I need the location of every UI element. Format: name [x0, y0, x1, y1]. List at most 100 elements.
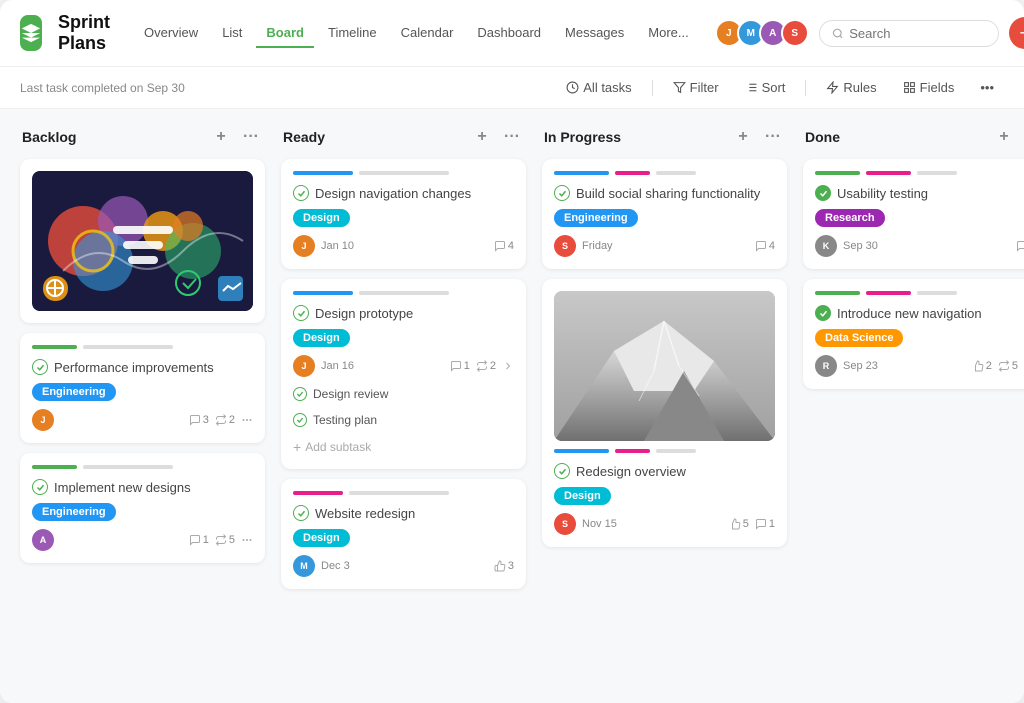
color-bar-pink: [293, 491, 343, 495]
card-design-nav[interactable]: Design navigation changes Design J Jan 1…: [281, 159, 526, 269]
card-tag: Engineering: [32, 383, 253, 401]
likes-count: 3: [494, 560, 514, 572]
column-actions: + ···: [992, 125, 1024, 149]
column-header-done: Done + ···: [803, 125, 1024, 149]
color-bar-blue: [293, 291, 353, 295]
card-tag: Design: [554, 487, 775, 505]
more-icon: [241, 534, 253, 546]
card-backlog-image[interactable]: [20, 159, 265, 323]
search-box[interactable]: [819, 20, 999, 47]
search-input[interactable]: [849, 26, 985, 41]
color-bar-green: [32, 465, 77, 469]
color-bar-gray: [917, 291, 957, 295]
add-card-button[interactable]: +: [470, 125, 494, 149]
card-meta: 1 2: [450, 360, 514, 372]
more-icon: [502, 360, 514, 372]
add-subtask-button[interactable]: + Add subtask: [293, 437, 514, 457]
tag-research[interactable]: Research: [815, 209, 885, 227]
color-bar-row: [554, 449, 775, 453]
column-menu-button[interactable]: ···: [239, 125, 263, 149]
nav-more[interactable]: More...: [638, 19, 698, 48]
card-tag: Design: [293, 209, 514, 227]
card-meta: 3: [494, 560, 514, 572]
card-design-prototype[interactable]: Design prototype Design J Jan 16 1: [281, 279, 526, 469]
card-website-redesign[interactable]: Website redesign Design M Dec 3 3: [281, 479, 526, 589]
color-bar-pink: [866, 291, 911, 295]
card-intro-navigation[interactable]: Introduce new navigation Data Science R …: [803, 279, 1024, 389]
comments-count: 1: [189, 534, 209, 546]
column-title: In Progress: [544, 129, 621, 145]
column-ready: Ready + ··· Design navigation changes De…: [281, 125, 526, 687]
tag-design[interactable]: Design: [293, 329, 350, 347]
avatar: S: [781, 19, 809, 47]
all-tasks-button[interactable]: All tasks: [556, 75, 641, 100]
tag-design[interactable]: Design: [293, 209, 350, 227]
column-in-progress: In Progress + ··· Build social sharing f…: [542, 125, 787, 687]
fields-button[interactable]: Fields: [893, 75, 965, 100]
nav-dashboard[interactable]: Dashboard: [467, 19, 551, 48]
user-avatars: J M A S: [715, 19, 809, 47]
card-meta: 4: [755, 240, 775, 252]
check-icon: [554, 185, 570, 201]
add-button[interactable]: +: [1009, 17, 1024, 49]
tag-design[interactable]: Design: [554, 487, 611, 505]
task-title: Usability testing: [837, 186, 928, 201]
nav-overview[interactable]: Overview: [134, 19, 208, 48]
tag-design[interactable]: Design: [293, 529, 350, 547]
card-usability-testing[interactable]: Usability testing Research K Sep 30 4: [803, 159, 1024, 269]
nav-timeline[interactable]: Timeline: [318, 19, 387, 48]
add-card-button[interactable]: +: [731, 125, 755, 149]
card-implement[interactable]: Implement new designs Engineering A 1: [20, 453, 265, 563]
check-icon-done: [815, 305, 831, 321]
tag-engineering[interactable]: Engineering: [32, 503, 116, 521]
column-menu-button[interactable]: ···: [761, 125, 785, 149]
color-bar-green: [815, 291, 860, 295]
color-bar-gray: [83, 345, 173, 349]
assignee-avatar: S: [554, 235, 576, 257]
add-card-button[interactable]: +: [992, 125, 1016, 149]
due-date: Friday: [582, 240, 613, 252]
card-task-title: Design navigation changes: [293, 185, 514, 201]
card-tag: Design: [293, 529, 514, 547]
column-menu-button[interactable]: ···: [500, 125, 524, 149]
color-bar-gray: [656, 449, 696, 453]
tag-engineering[interactable]: Engineering: [554, 209, 638, 227]
more-options-button[interactable]: •••: [970, 75, 1004, 100]
assignee-avatar: K: [815, 235, 837, 257]
card-footer: A 1 5: [32, 529, 253, 551]
card-footer: J 3 2: [32, 409, 253, 431]
task-title: Introduce new navigation: [837, 306, 982, 321]
nav-messages[interactable]: Messages: [555, 19, 634, 48]
card-meta: 3 2: [189, 414, 253, 426]
column-done: Done + ··· Usability testing Re: [803, 125, 1024, 687]
card-task-title: Website redesign: [293, 505, 514, 521]
task-title: Performance improvements: [54, 360, 214, 375]
color-bar-gray: [83, 465, 173, 469]
subtask-item: Design review: [293, 385, 514, 403]
card-task-title: Usability testing: [815, 185, 1024, 201]
column-header-ready: Ready + ···: [281, 125, 526, 149]
comments-count: 3: [189, 414, 209, 426]
add-card-button[interactable]: +: [209, 125, 233, 149]
due-date: Nov 15: [582, 518, 617, 530]
card-social-sharing[interactable]: Build social sharing functionality Engin…: [542, 159, 787, 269]
column-backlog: Backlog + ···: [20, 125, 265, 687]
color-bar-row: [293, 171, 514, 175]
due-date: Sep 30: [843, 240, 878, 252]
nav-list[interactable]: List: [212, 19, 252, 48]
nav-board[interactable]: Board: [256, 19, 314, 48]
last-task-status: Last task completed on Sep 30: [20, 81, 185, 95]
tag-engineering[interactable]: Engineering: [32, 383, 116, 401]
card-meta: 5 1: [729, 518, 775, 530]
rules-button[interactable]: Rules: [816, 75, 886, 100]
card-redesign-overview[interactable]: Redesign overview Design S Nov 15 5: [542, 279, 787, 547]
color-bar-gray: [917, 171, 957, 175]
nav-calendar[interactable]: Calendar: [391, 19, 464, 48]
color-bar-row: [554, 171, 775, 175]
color-bar-row: [293, 291, 514, 295]
tag-data-science[interactable]: Data Science: [815, 329, 903, 347]
color-bar-row: [32, 465, 253, 469]
card-performance[interactable]: Performance improvements Engineering J 3: [20, 333, 265, 443]
sort-button[interactable]: Sort: [735, 75, 796, 100]
filter-button[interactable]: Filter: [663, 75, 729, 100]
